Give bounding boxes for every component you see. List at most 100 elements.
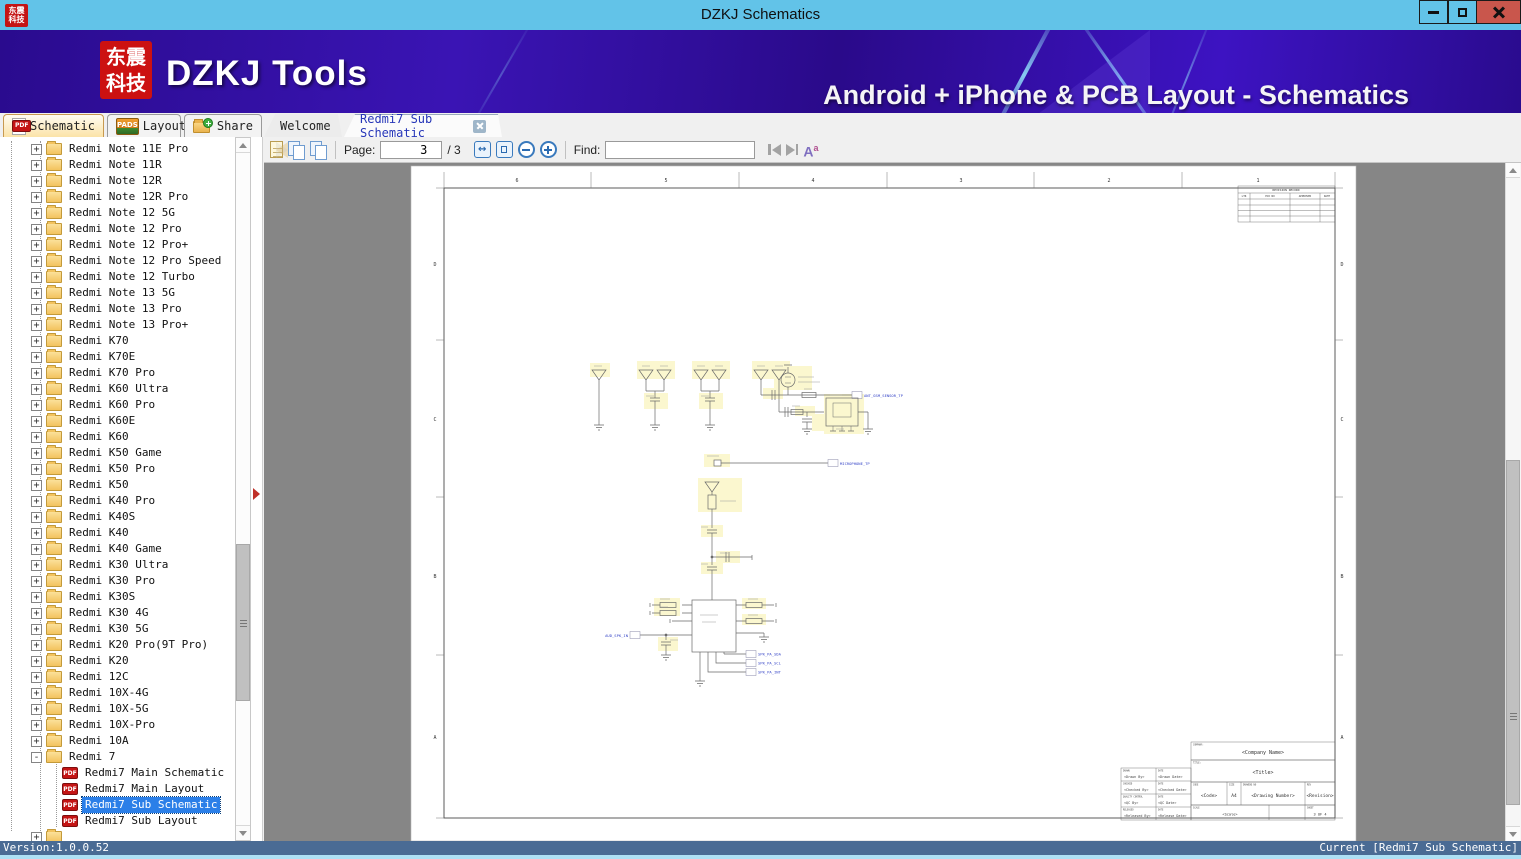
fit-width-icon[interactable]: ↔ <box>473 141 491 158</box>
tree-item-folder[interactable]: + Redmi K30 5G <box>0 621 236 637</box>
tree-item-label[interactable]: Redmi Note 12R Pro <box>66 189 191 205</box>
zoom-out-icon[interactable] <box>517 141 535 158</box>
expand-icon[interactable]: + <box>31 431 42 443</box>
expand-icon[interactable]: + <box>31 831 42 841</box>
tree-item-label[interactable]: Redmi Note 12 Pro Speed <box>66 253 224 269</box>
expand-icon[interactable]: + <box>31 367 42 379</box>
expand-icon[interactable]: + <box>31 175 42 187</box>
tree-item-label[interactable]: Redmi Note 12 5G <box>66 205 178 221</box>
expand-icon[interactable]: + <box>31 191 42 203</box>
expand-icon[interactable]: + <box>31 399 42 411</box>
expand-icon[interactable]: + <box>31 575 42 587</box>
expand-icon[interactable]: + <box>31 735 42 747</box>
expand-icon[interactable]: + <box>31 639 42 651</box>
tree-item-folder[interactable]: + Redmi Note 12 5G <box>0 205 236 221</box>
expand-icon[interactable]: + <box>31 671 42 683</box>
tree-item-label[interactable]: Redmi 12C <box>66 669 132 685</box>
expand-icon[interactable]: + <box>31 303 42 315</box>
tree-item-folder[interactable]: + Redmi 10X-Pro <box>0 717 236 733</box>
tree-item-label[interactable]: Redmi K60 Pro <box>66 397 158 413</box>
expand-icon[interactable]: + <box>31 319 42 331</box>
next-page-icon[interactable] <box>276 141 288 158</box>
tree-item-folder[interactable]: + Redmi K60 <box>0 429 236 445</box>
tree-item-folder[interactable]: + Redmi K30 Ultra <box>0 557 236 573</box>
tree-item-folder[interactable]: + Redmi Note 11R <box>0 157 236 173</box>
tree-item-label[interactable]: Redmi 10X-4G <box>66 685 151 701</box>
tree-item-folder[interactable]: + Redmi K70E <box>0 349 236 365</box>
find-previous-icon[interactable] <box>768 143 781 156</box>
tree-item-label[interactable]: Redmi 10A <box>66 733 132 749</box>
tree-item-label[interactable]: Redmi K70E <box>66 349 138 365</box>
scroll-up-icon[interactable] <box>236 138 250 153</box>
tree-item-folder[interactable]: + Redmi Note 12 Turbo <box>0 269 236 285</box>
expand-icon[interactable]: + <box>31 271 42 283</box>
scroll-down-icon[interactable] <box>1506 826 1520 841</box>
tree-item-folder[interactable]: + Redmi K50 <box>0 477 236 493</box>
close-button[interactable] <box>1477 0 1521 24</box>
expand-icon[interactable]: + <box>31 719 42 731</box>
tree-item-label[interactable]: Redmi7 Main Layout <box>82 781 207 797</box>
tree-item-label[interactable]: Redmi Note 11E Pro <box>66 141 191 157</box>
tree-item-label[interactable]: Redmi Note 12 Turbo <box>66 269 198 285</box>
tree-item-label[interactable]: Redmi K40 Pro <box>66 493 158 509</box>
tab-share[interactable]: Share <box>184 114 262 137</box>
tree-item-label[interactable]: Redmi Note 13 Pro <box>66 301 185 317</box>
match-case-icon[interactable]: Aa <box>803 141 818 159</box>
zoom-in-icon[interactable] <box>539 141 557 158</box>
tree-item-label[interactable]: Redmi K30 Pro <box>66 573 158 589</box>
tree-item-label[interactable]: Redmi 7 <box>66 749 118 765</box>
expand-icon[interactable]: + <box>31 463 42 475</box>
tree-item-label[interactable]: Redmi7 Sub Layout <box>82 813 201 829</box>
tree-item-label[interactable]: Redmi K20 <box>66 653 132 669</box>
tree-item-folder[interactable]: + Redmi K60E <box>0 413 236 429</box>
tree-item-folder[interactable]: + <box>0 829 236 841</box>
scrollbar-thumb[interactable] <box>1506 460 1520 805</box>
tree-item-label[interactable]: Redmi Note 12R <box>66 173 165 189</box>
tree-item-label[interactable]: Redmi K20 Pro(9T Pro) <box>66 637 211 653</box>
tree-item-folder[interactable]: + Redmi K60 Pro <box>0 397 236 413</box>
tree-item-folder[interactable]: + Redmi K70 <box>0 333 236 349</box>
tree-item-folder[interactable]: + Redmi K70 Pro <box>0 365 236 381</box>
copy-region-icon[interactable] <box>310 141 327 160</box>
doc-tab-welcome[interactable]: Welcome <box>264 114 342 137</box>
expand-icon[interactable]: + <box>31 335 42 347</box>
tree-item-label[interactable]: Redmi K30 4G <box>66 605 151 621</box>
scrollbar-thumb[interactable] <box>236 544 250 701</box>
expand-icon[interactable]: + <box>31 591 42 603</box>
tree-item-label[interactable]: Redmi K30 Ultra <box>66 557 171 573</box>
model-tree[interactable]: + Redmi Note 11E Pro + Redmi Note 11R + Redmi… <box>0 141 236 841</box>
find-input[interactable] <box>605 140 756 159</box>
expand-icon[interactable]: + <box>31 239 42 251</box>
tree-item-label[interactable]: Redmi K50 <box>66 477 132 493</box>
doc-tab-redmi7-sub-schematic[interactable]: Redmi7 Sub Schematic <box>344 114 502 137</box>
tree-item-label[interactable]: Redmi K70 <box>66 333 132 349</box>
tree-item-folder[interactable]: + Redmi Note 12R <box>0 173 236 189</box>
tree-item-label[interactable]: Redmi K40S <box>66 509 138 525</box>
expand-icon[interactable]: + <box>31 495 42 507</box>
expand-icon[interactable]: + <box>31 559 42 571</box>
tree-item-label[interactable]: Redmi K40 <box>66 525 132 541</box>
tree-item-label[interactable]: Redmi Note 12 Pro <box>66 221 185 237</box>
maximize-button[interactable] <box>1448 0 1477 24</box>
expand-icon[interactable]: + <box>31 703 42 715</box>
fit-page-icon[interactable] <box>495 141 513 158</box>
expand-icon[interactable]: + <box>31 415 42 427</box>
find-next-icon[interactable] <box>785 143 799 156</box>
tree-item-label[interactable]: Redmi Note 12 Pro+ <box>66 237 191 253</box>
tab-close-icon[interactable] <box>473 120 486 133</box>
tree-item-folder[interactable]: + Redmi K50 Pro <box>0 461 236 477</box>
tree-item-label[interactable]: Redmi Note 13 Pro+ <box>66 317 191 333</box>
schematic-viewport[interactable]: 6 5 4 3 2 1 D D C C B B A A REVISION RECORD LTR ECO N… <box>264 163 1521 841</box>
expand-icon[interactable]: + <box>31 543 42 555</box>
tree-item-label[interactable]: Redmi K60 <box>66 429 132 445</box>
tree-item-folder[interactable]: + Redmi K30S <box>0 589 236 605</box>
expand-icon[interactable]: + <box>31 655 42 667</box>
expand-icon[interactable]: + <box>31 351 42 363</box>
tree-item-label[interactable]: Redmi7 Sub Schematic <box>80 796 222 814</box>
expand-icon[interactable]: + <box>31 479 42 491</box>
tree-item-folder[interactable]: + Redmi K40 Game <box>0 541 236 557</box>
page-number-input[interactable] <box>380 140 443 159</box>
tree-item-folder[interactable]: + Redmi K40 Pro <box>0 493 236 509</box>
schematic-canvas[interactable]: 6 5 4 3 2 1 D D C C B B A A REVISION RECORD LTR ECO N… <box>264 163 1506 841</box>
expand-icon[interactable]: + <box>31 511 42 523</box>
